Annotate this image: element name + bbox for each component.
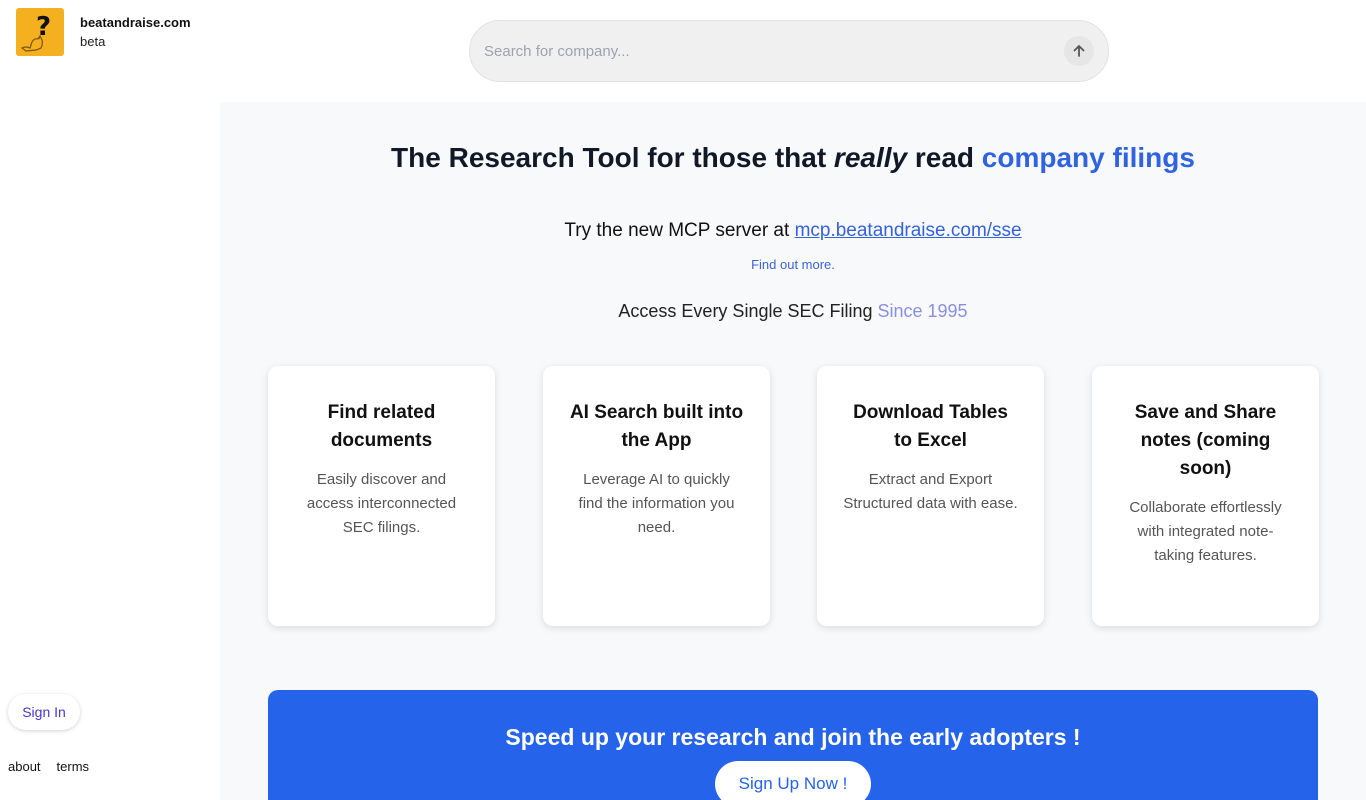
sign-in-button[interactable]: Sign In — [8, 694, 80, 730]
terms-link[interactable]: terms — [57, 759, 90, 774]
feature-card: Save and Share notes (coming soon) Colla… — [1092, 366, 1319, 626]
feature-desc: Leverage AI to quickly find the informat… — [578, 471, 735, 536]
since-year: Since 1995 — [877, 301, 968, 321]
footer-links: about terms — [8, 759, 89, 774]
feature-card: AI Search built into the App Leverage AI… — [543, 366, 770, 626]
sidebar: ? beatandraise.com beta Sign In about te… — [0, 0, 220, 800]
feature-title: Download Tables to Excel — [853, 402, 1008, 451]
cta-banner: Speed up your research and join the earl… — [268, 690, 1318, 800]
page-title: The Research Tool for those that really … — [391, 142, 1195, 173]
feature-title: Find related documents — [327, 402, 436, 451]
feature-title: AI Search built into the App — [569, 402, 744, 451]
feature-title: Save and Share notes (coming soon) — [1134, 402, 1277, 479]
feature-desc: Extract and Export Structured data with … — [843, 471, 1018, 512]
search-bar — [469, 20, 1109, 82]
brand-tag: beta — [80, 34, 106, 49]
feature-card: Find related documents Easily discover a… — [268, 366, 495, 626]
brand-name: beatandraise.com — [80, 15, 191, 30]
brand[interactable]: ? beatandraise.com beta — [16, 8, 191, 56]
title-emphasis: really — [833, 142, 908, 173]
feature-card: Download Tables to Excel Extract and Exp… — [817, 366, 1044, 626]
search-submit-button[interactable] — [1064, 36, 1094, 66]
cta-title: Speed up your research and join the earl… — [505, 724, 1081, 750]
feature-desc: Easily discover and access interconnecte… — [306, 471, 457, 536]
search-input[interactable] — [484, 21, 1044, 81]
about-link[interactable]: about — [8, 759, 41, 774]
mcp-link[interactable]: mcp.beatandraise.com/sse — [795, 220, 1022, 241]
main-content: The Research Tool for those that really … — [220, 102, 1366, 800]
arrow-up-icon — [1073, 45, 1085, 57]
feature-desc: Collaborate effortlessly with integrated… — [1129, 499, 1282, 564]
mcp-announcement: Try the new MCP server at mcp.beatandrai… — [564, 220, 1022, 241]
dog-question-mark-logo: ? — [16, 8, 64, 56]
find-out-more-link[interactable]: Find out more. — [220, 257, 1366, 272]
title-accent: company filings — [981, 142, 1195, 173]
sign-up-button[interactable]: Sign Up Now ! — [715, 761, 871, 800]
access-tagline: Access Every Single SEC Filing Since 199… — [618, 301, 968, 321]
